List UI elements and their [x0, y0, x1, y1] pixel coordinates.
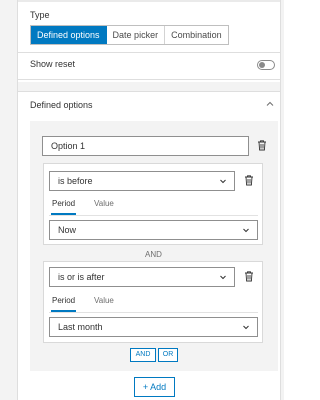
trash-icon[interactable] [243, 174, 255, 186]
show-reset-label: Show reset [30, 59, 76, 69]
trash-icon[interactable] [256, 139, 268, 151]
left-rail [0, 0, 18, 400]
top-divider [18, 0, 280, 2]
trash-icon[interactable] [243, 270, 255, 282]
divider [18, 79, 280, 80]
divider [18, 91, 280, 92]
operator-select-value: is before [58, 176, 93, 186]
chevron-up-icon[interactable] [265, 99, 275, 109]
period-select-value: Last month [58, 322, 103, 332]
scrollbar[interactable] [280, 0, 284, 400]
tab-value[interactable]: Value [94, 296, 114, 308]
type-label: Type [30, 10, 50, 20]
show-reset-toggle[interactable] [257, 60, 275, 70]
tab-period[interactable]: Period [50, 199, 77, 215]
chevron-down-icon [243, 325, 249, 330]
segment-date-picker[interactable]: Date picker [107, 26, 166, 44]
chevron-down-icon [220, 179, 226, 184]
segment-combination[interactable]: Combination [165, 26, 228, 44]
tab-period[interactable]: Period [50, 296, 77, 312]
period-select-2[interactable]: Last month [49, 317, 258, 337]
option-name-input[interactable]: Option 1 [42, 136, 249, 156]
period-select-1[interactable]: Now [49, 220, 258, 240]
type-segmented-control: Defined options Date picker Combination [30, 25, 229, 45]
add-button[interactable]: + Add [134, 377, 175, 397]
period-select-value: Now [58, 225, 77, 235]
segment-defined-options[interactable]: Defined options [31, 26, 107, 44]
divider [18, 52, 280, 53]
section-gap [18, 82, 280, 91]
chevron-down-icon [220, 275, 226, 280]
tab-divider [49, 312, 258, 313]
defined-options-title: Defined options [30, 100, 93, 110]
chevron-down-icon [243, 228, 249, 233]
tab-value[interactable]: Value [94, 199, 114, 211]
operator-select-1[interactable]: is before [49, 171, 235, 191]
tab-divider [49, 215, 258, 216]
and-button[interactable]: AND [130, 348, 156, 362]
operator-select-2[interactable]: is or is after [49, 267, 235, 287]
or-button[interactable]: OR [158, 348, 178, 362]
join-label: AND [145, 250, 162, 259]
operator-select-value: is or is after [58, 272, 105, 282]
